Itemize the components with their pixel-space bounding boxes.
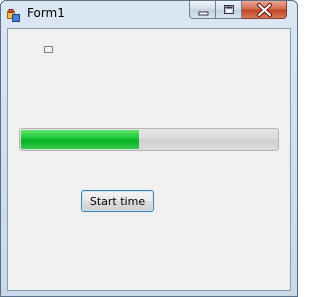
start-time-button[interactable]: Start time (81, 190, 154, 212)
maximize-button[interactable] (216, 1, 242, 19)
form-client-area: Start time (7, 28, 291, 291)
title-bar[interactable]: Form1 (1, 1, 297, 27)
close-icon (257, 3, 272, 17)
window-title: Form1 (27, 6, 65, 20)
form1-window: Form1 Start time (0, 0, 298, 297)
maximize-icon (224, 5, 234, 14)
minimize-button[interactable] (189, 1, 216, 19)
form-icon[interactable] (7, 7, 20, 22)
minimize-icon (198, 11, 209, 16)
close-button[interactable] (242, 1, 287, 19)
progress-bar (19, 128, 279, 151)
caption-buttons (189, 1, 293, 20)
progress-fill (21, 130, 139, 149)
progress-marker (44, 46, 53, 53)
